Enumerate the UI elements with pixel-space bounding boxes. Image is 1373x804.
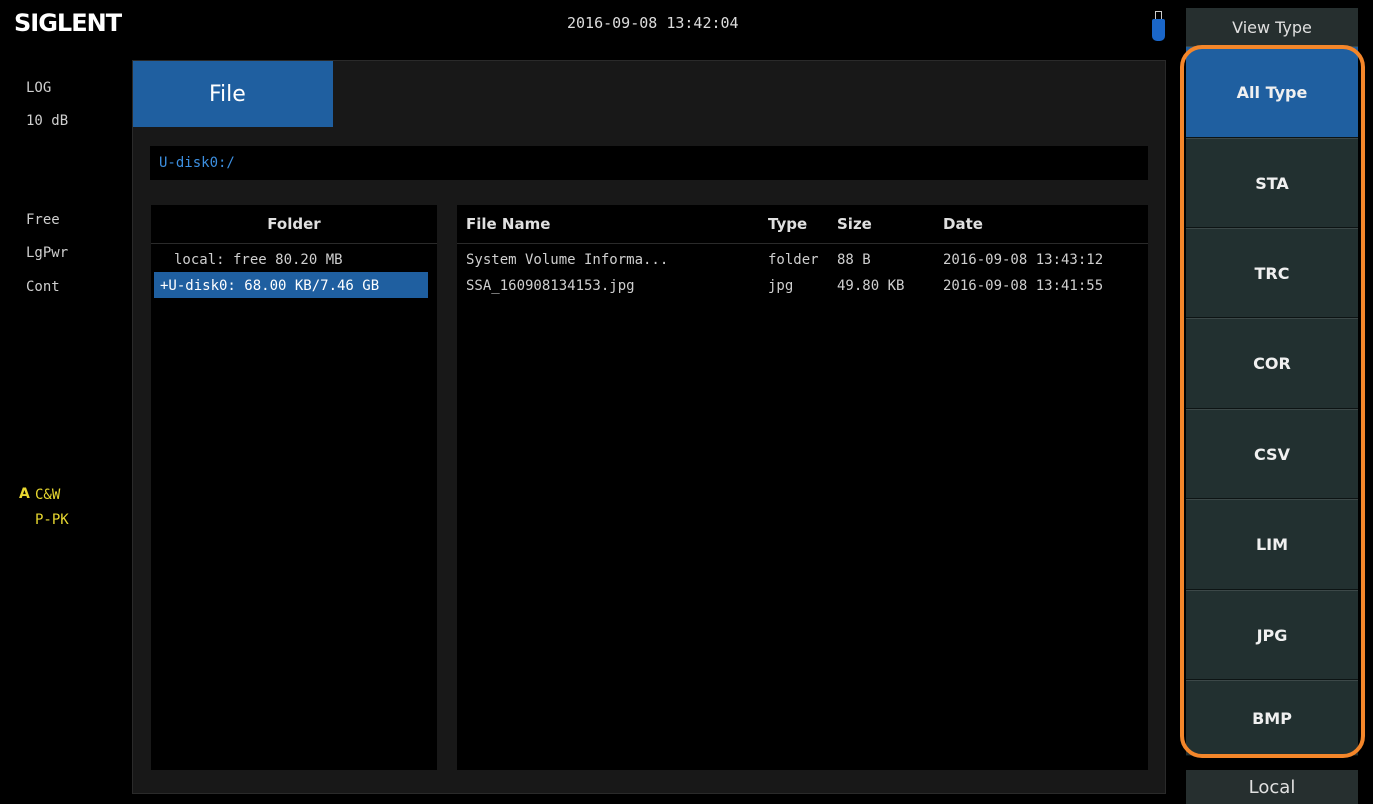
column-header-name[interactable]: File Name	[466, 215, 550, 233]
column-header-size[interactable]: Size	[837, 215, 872, 233]
file-row-date: 2016-09-08 13:43:12	[943, 252, 1104, 268]
softkey-menu-title: View Type	[1186, 8, 1358, 46]
divider	[457, 243, 1148, 244]
trace-letter: A	[19, 486, 30, 502]
scale-div: 10 dB	[26, 113, 69, 129]
tab-file[interactable]: File	[133, 61, 333, 127]
folder-item-udisk[interactable]: +U-disk0: 68.00 KB/7.46 GB	[160, 278, 379, 294]
path-bar: U-disk0:/	[150, 146, 1148, 180]
file-row-name[interactable]: System Volume Informa...	[466, 252, 668, 268]
column-header-date[interactable]: Date	[943, 215, 983, 233]
annotation-highlight	[1180, 45, 1365, 758]
trigger-status: Free	[26, 212, 60, 228]
file-row-size: 88 B	[837, 252, 871, 268]
folder-header: Folder	[267, 215, 321, 233]
local-button[interactable]: Local	[1186, 770, 1358, 804]
clock: 2016-09-08 13:42:04	[567, 14, 739, 32]
file-row-type: folder	[768, 252, 819, 268]
file-row-size: 49.80 KB	[837, 278, 905, 294]
folder-item-local[interactable]: local: free 80.20 MB	[174, 252, 343, 268]
scale-type: LOG	[26, 80, 52, 96]
trace-mode: C&W	[35, 487, 61, 503]
brand-logo: SIGLENT	[14, 9, 122, 37]
avg-type-status: LgPwr	[26, 245, 69, 261]
sweep-status: Cont	[26, 279, 60, 295]
column-header-type[interactable]: Type	[768, 215, 807, 233]
divider	[151, 243, 437, 244]
file-row-name[interactable]: SSA_160908134153.jpg	[466, 278, 635, 294]
file-row-type: jpg	[768, 278, 794, 294]
file-row-date: 2016-09-08 13:41:55	[943, 278, 1104, 294]
detector-status: P-PK	[35, 512, 69, 528]
usb-icon	[1152, 11, 1165, 41]
